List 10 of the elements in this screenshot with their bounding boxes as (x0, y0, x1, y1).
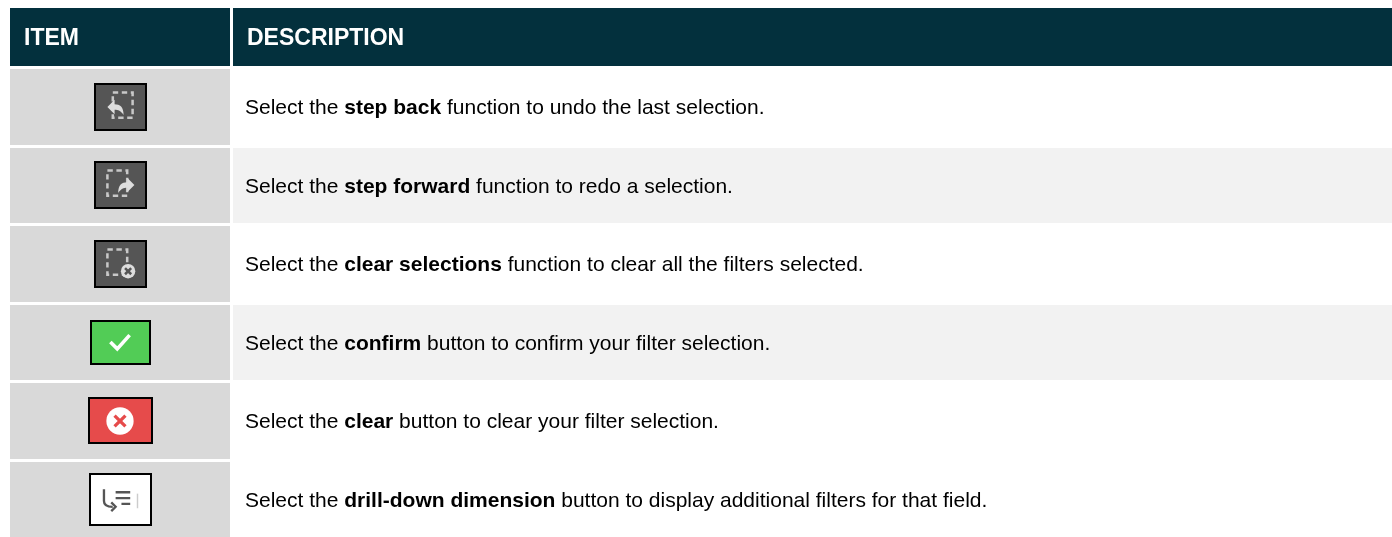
clear-selections-icon (93, 239, 147, 288)
checkmark-icon (89, 319, 151, 365)
table-cell: Select the confirm button to confirm your filter selection. (233, 304, 1392, 380)
drill-down-icon (88, 472, 152, 526)
table-cell: Select the step forward function to redo a selection. (233, 147, 1392, 223)
step-back-icon (93, 82, 147, 131)
column-header: ITEM (10, 8, 230, 66)
step-forward-icon (93, 161, 147, 210)
close-icon (87, 397, 153, 445)
column-header: DESCRIPTION (233, 8, 1392, 66)
